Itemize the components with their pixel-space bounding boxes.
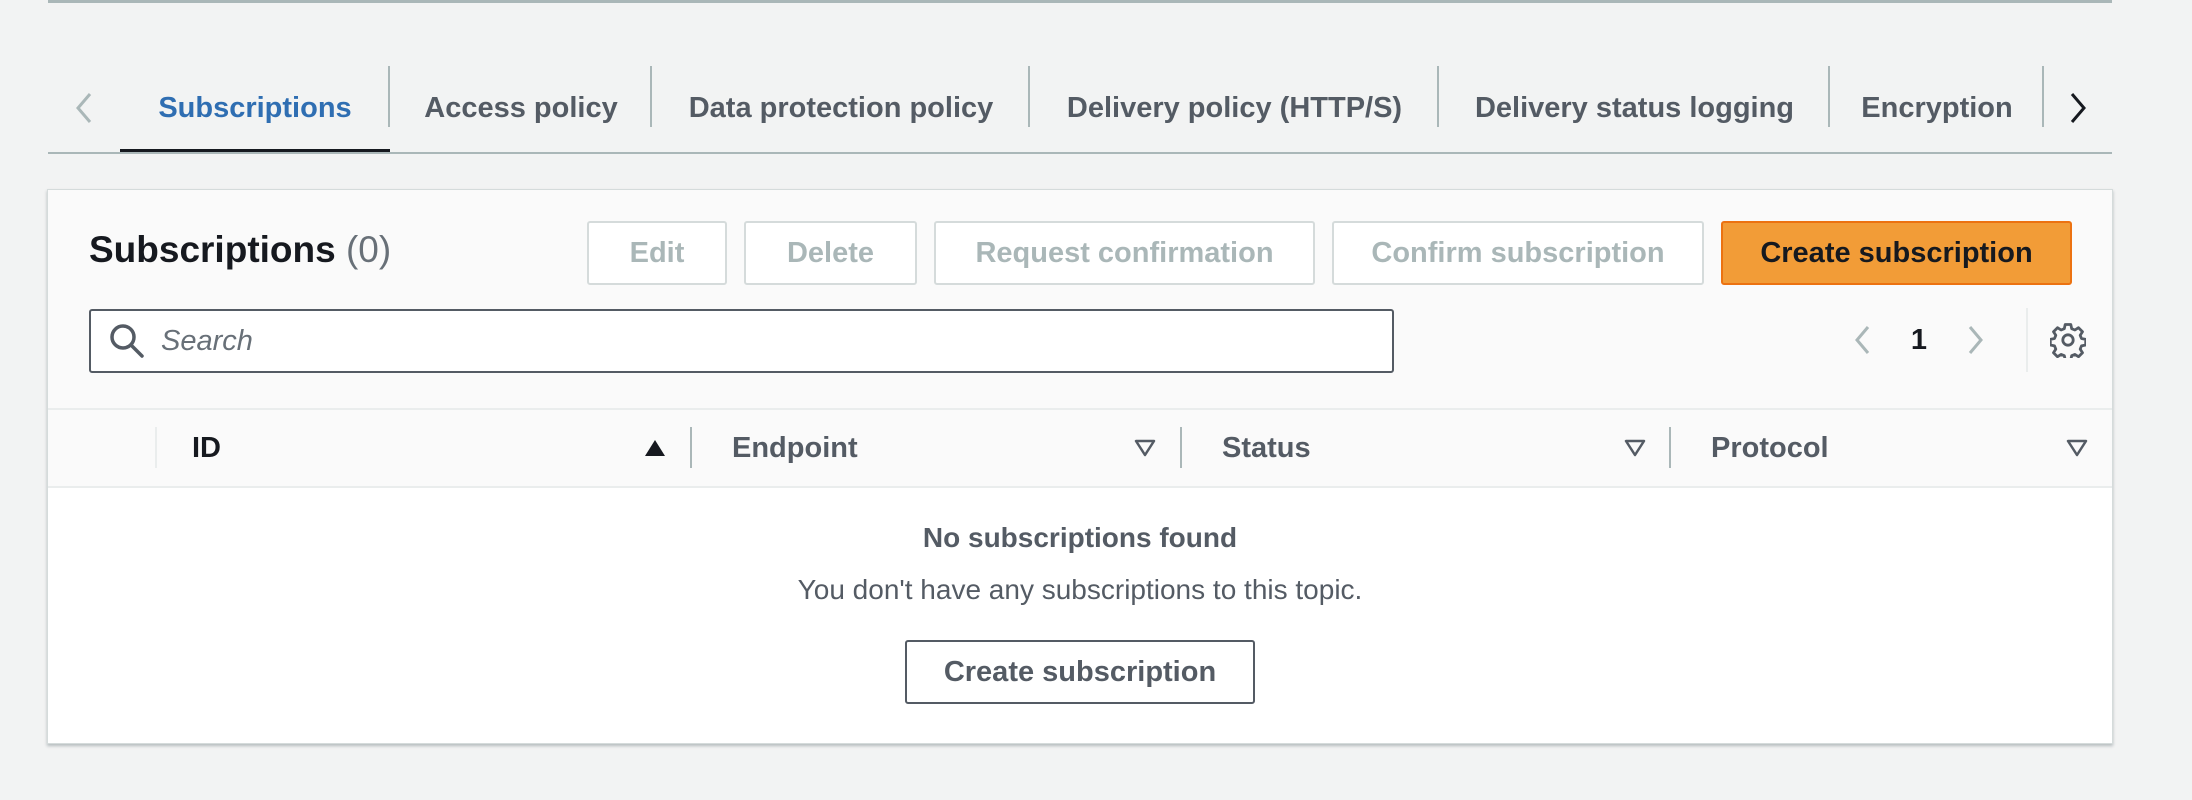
search-box — [89, 309, 1394, 373]
panel-title-text: Subscriptions — [89, 229, 336, 270]
empty-state-create-subscription-button[interactable]: Create subscription — [905, 640, 1255, 704]
subscriptions-count: (0) — [345, 229, 392, 270]
search-input[interactable] — [159, 323, 1363, 359]
tab-label: Encryption — [1861, 91, 2013, 124]
empty-state-message: You don't have any subscriptions to this… — [797, 574, 1363, 605]
table-header: ID Endpoint Status Protocol — [48, 408, 2112, 488]
chevron-right-icon — [1968, 326, 1983, 354]
tab-label: Data protection policy — [688, 91, 994, 124]
search-icon — [110, 324, 144, 358]
tab-delivery-status-logging[interactable]: Delivery status logging — [1439, 64, 1830, 152]
caret-up-filled-icon — [645, 440, 665, 456]
tab-encryption[interactable]: Encryption — [1830, 64, 2044, 152]
caret-down-outline-icon — [1134, 439, 1156, 457]
column-header-label: Endpoint — [732, 431, 858, 464]
pagination: 1 — [1842, 308, 2088, 372]
column-header-label: Protocol — [1711, 431, 1829, 464]
empty-state-title: No subscriptions found — [922, 522, 1238, 553]
pager-divider — [2026, 308, 2028, 372]
caret-down-outline-icon — [2066, 439, 2088, 457]
tab-label: Access policy — [424, 91, 618, 124]
confirm-subscription-button[interactable]: Confirm subscription — [1332, 221, 1704, 285]
tab-label: Delivery status logging — [1474, 91, 1795, 124]
top-divider — [48, 0, 2112, 3]
tab-data-protection-policy[interactable]: Data protection policy — [652, 64, 1030, 152]
active-tab-indicator — [120, 149, 390, 152]
column-header-status[interactable]: Status — [1182, 410, 1670, 486]
delete-button[interactable]: Delete — [744, 221, 917, 285]
previous-page-button[interactable] — [1842, 319, 1884, 361]
column-header-label: ID — [192, 431, 221, 464]
chevron-right-icon — [2070, 93, 2086, 123]
column-header-id[interactable]: ID — [156, 410, 690, 486]
create-subscription-button[interactable]: Create subscription — [1721, 221, 2072, 285]
current-page-number[interactable]: 1 — [1884, 324, 1954, 357]
preferences-button[interactable] — [2048, 320, 2088, 360]
edit-button[interactable]: Edit — [587, 221, 727, 285]
subscriptions-panel: Subscriptions (0) Edit Delete Request co… — [47, 189, 2113, 744]
panel-title: Subscriptions (0) — [89, 229, 391, 271]
column-header-label: Status — [1222, 431, 1311, 464]
tab-label: Delivery policy (HTTP/S) — [1066, 91, 1403, 124]
chevron-left-icon — [1855, 326, 1870, 354]
chevron-left-icon — [76, 93, 92, 123]
next-page-button[interactable] — [1954, 319, 1996, 361]
request-confirmation-button[interactable]: Request confirmation — [934, 221, 1315, 285]
tab-scroll-left-button[interactable] — [48, 64, 120, 152]
tab-bar: Subscriptions Access policy Data protect… — [48, 64, 2112, 154]
action-buttons: Edit Delete Request confirmation Confirm… — [587, 221, 2072, 285]
tab-delivery-policy[interactable]: Delivery policy (HTTP/S) — [1030, 64, 1439, 152]
column-header-protocol[interactable]: Protocol — [1671, 410, 2112, 486]
column-header-endpoint[interactable]: Endpoint — [692, 410, 1180, 486]
tab-strip: Subscriptions Access policy Data protect… — [120, 64, 2044, 152]
gear-icon — [2050, 323, 2086, 358]
caret-down-outline-icon — [1624, 439, 1646, 457]
tab-access-policy[interactable]: Access policy — [390, 64, 652, 152]
tab-label: Subscriptions — [158, 91, 352, 124]
tab-scroll-right-button[interactable] — [2044, 64, 2112, 152]
tab-subscriptions[interactable]: Subscriptions — [120, 64, 390, 152]
